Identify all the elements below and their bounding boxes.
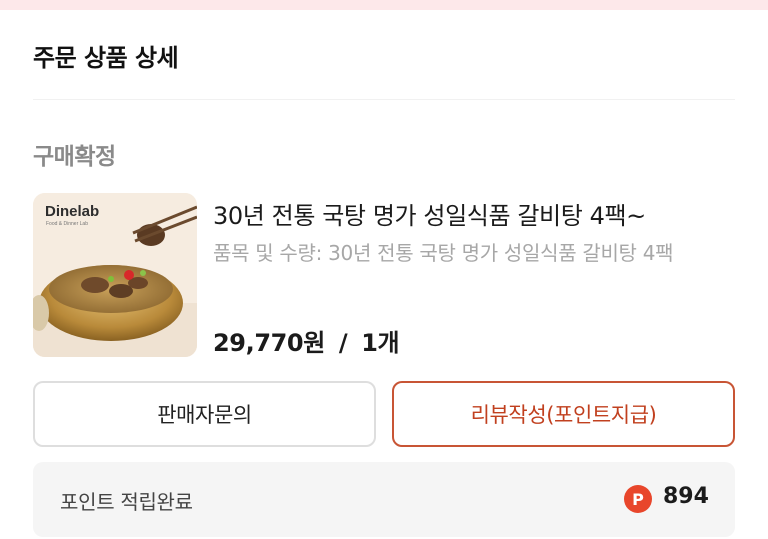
top-strip (0, 0, 768, 10)
price-quantity: 29,770원 / 1개 (213, 323, 400, 358)
write-review-button[interactable]: 리뷰작성(포인트지급) (392, 381, 735, 447)
page-title: 주문 상품 상세 (33, 44, 179, 72)
point-value: 894 (663, 484, 709, 509)
seller-inquiry-button[interactable]: 판매자문의 (33, 381, 376, 447)
product-name[interactable]: 30년 전통 국탕 명가 성일식품 갈비탕 4팩~ (213, 196, 733, 231)
product-quantity: 1개 (361, 329, 400, 357)
product-option: 품목 및 수량: 30년 전통 국탕 명가 성일식품 갈비탕 4팩 (213, 241, 674, 265)
price-separator: / (338, 329, 348, 357)
product-thumbnail[interactable]: Dinelab Food & Dinner Lab (33, 193, 197, 357)
point-summary: 포인트 적립완료 P 894 (33, 462, 735, 537)
order-status-label: 구매확정 (33, 144, 116, 170)
point-icon: P (624, 485, 652, 513)
brand-tagline: Food & Dinner Lab (46, 221, 88, 227)
point-status-label: 포인트 적립완료 (60, 490, 193, 514)
divider (33, 99, 735, 100)
product-price: 29,770원 (213, 329, 325, 357)
brand-logo: Dinelab (45, 203, 100, 220)
